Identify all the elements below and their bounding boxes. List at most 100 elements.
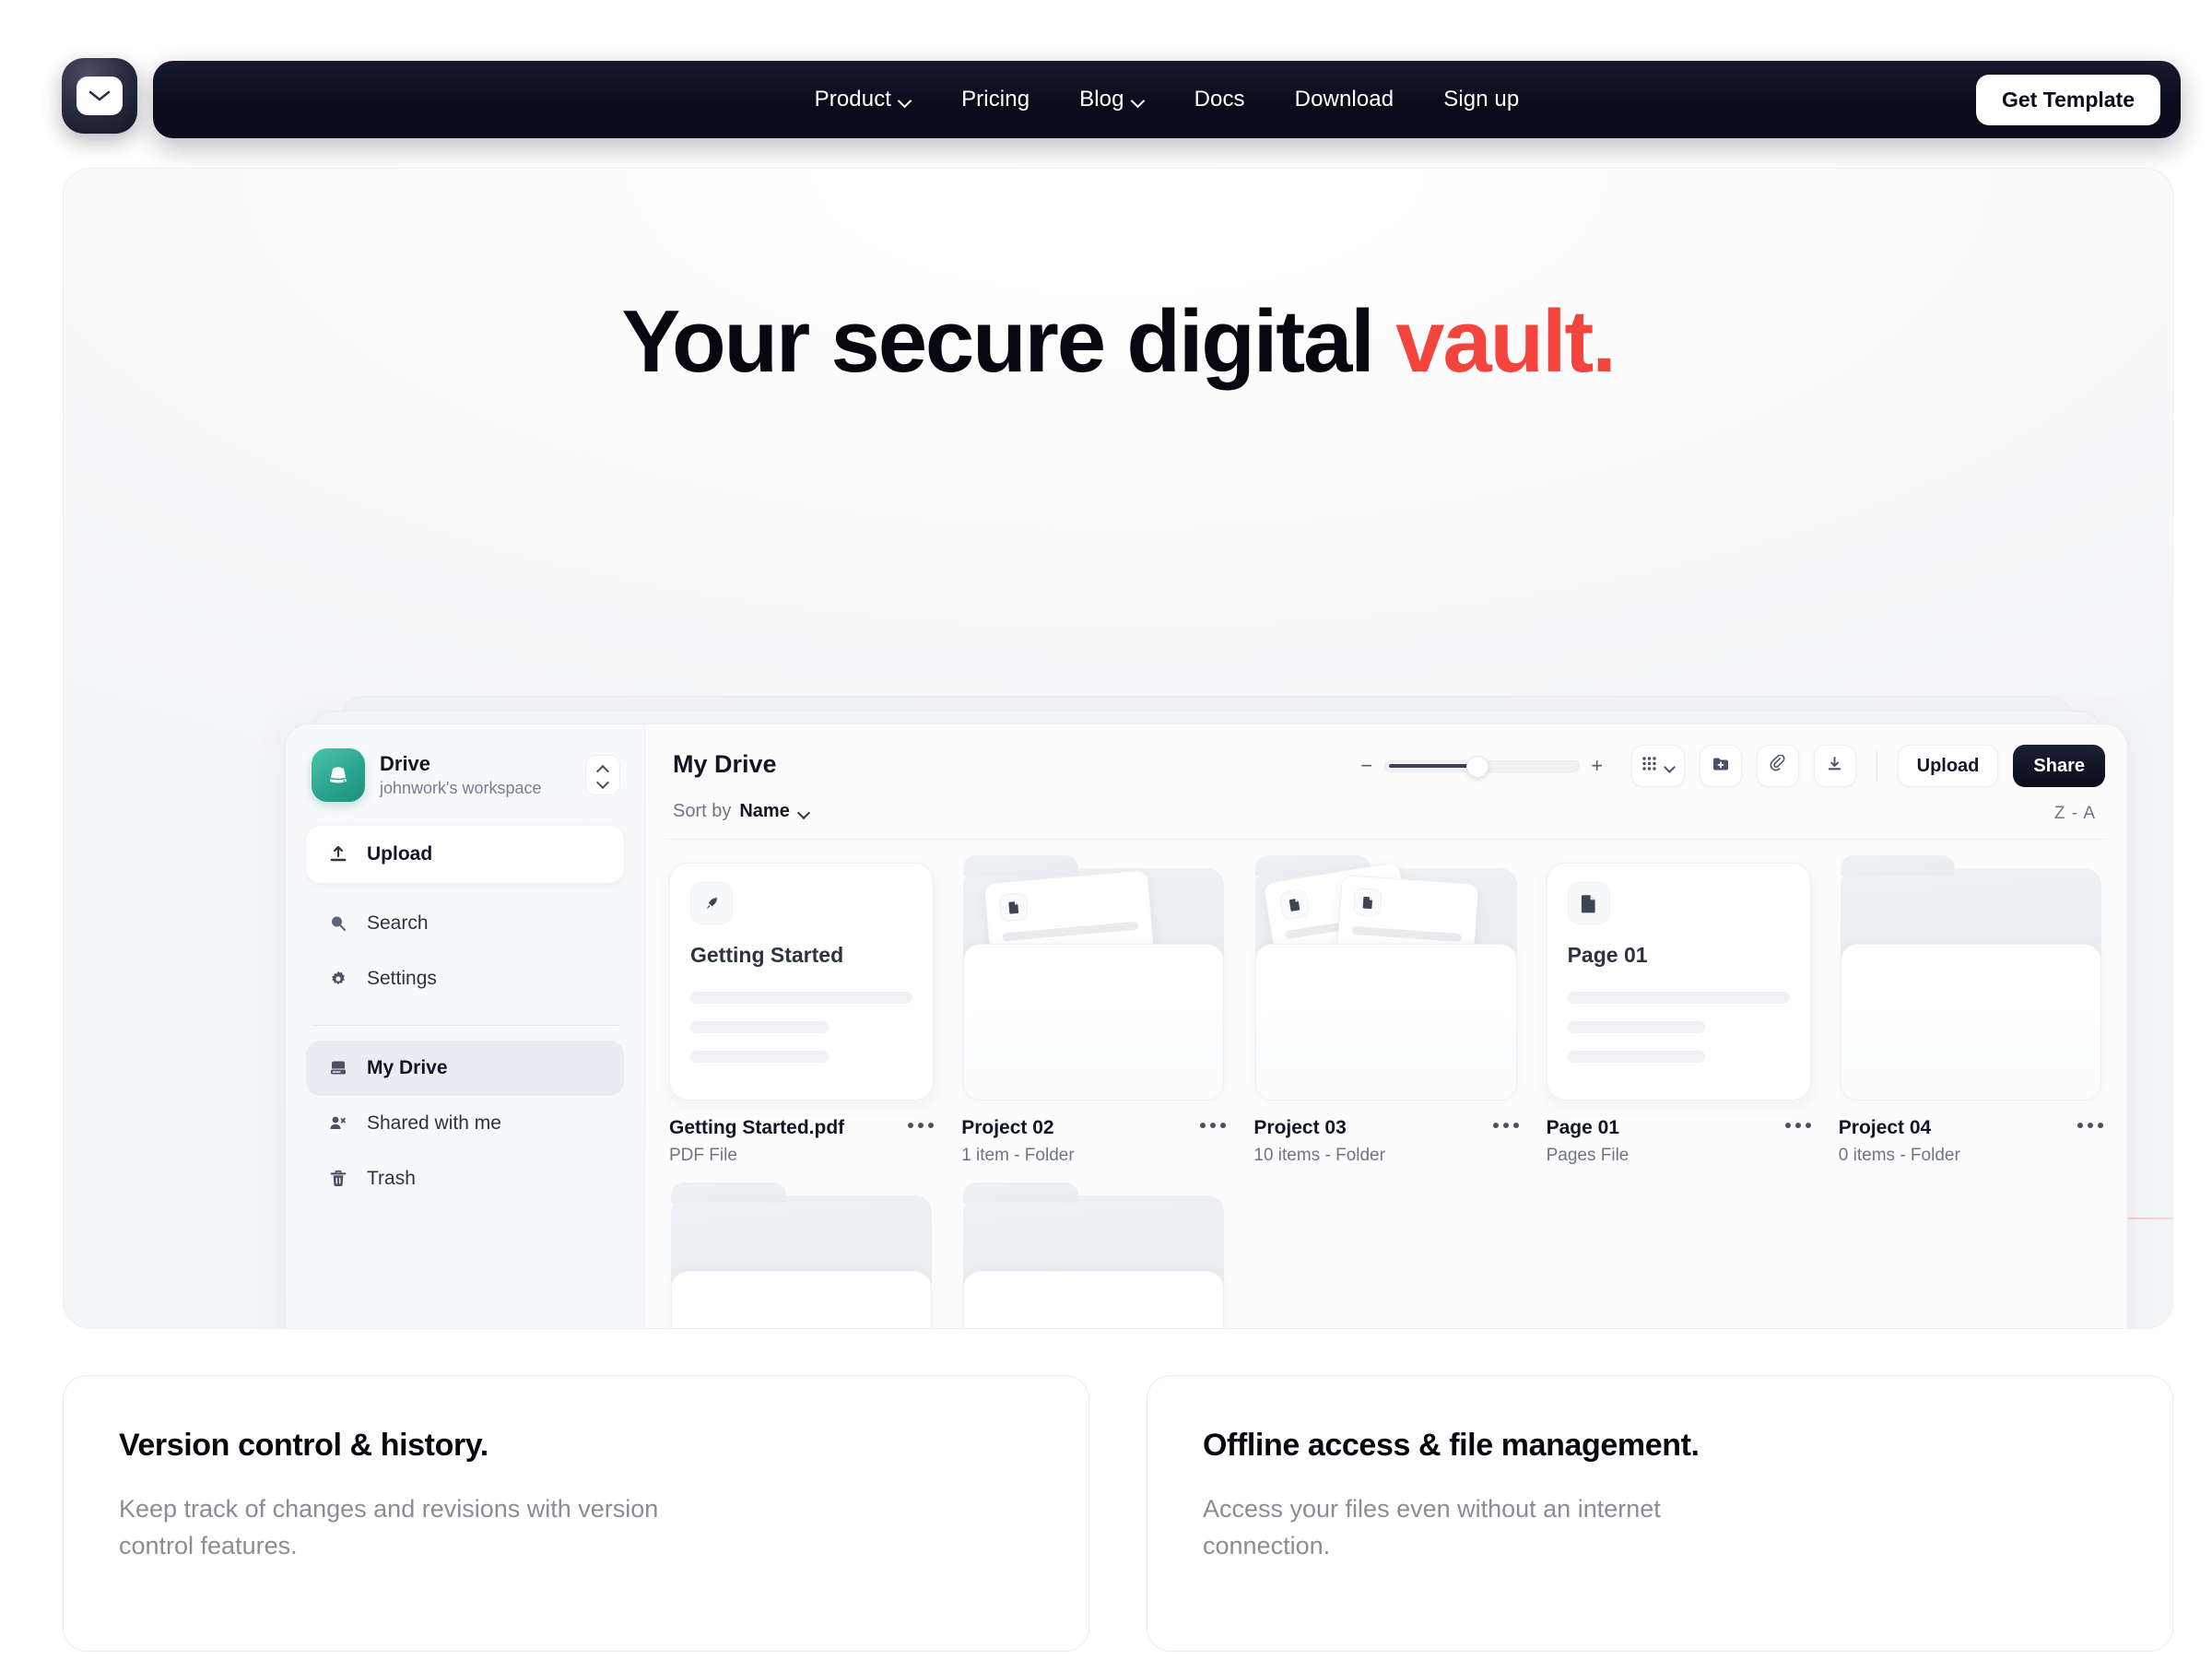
document-skeleton-lines	[1567, 992, 1790, 1063]
zoom-knob[interactable]	[1465, 755, 1488, 778]
file-cell[interactable]	[961, 1182, 1226, 1328]
file-cell[interactable]: Getting Started Getting Started.pdf PDF Fi…	[669, 863, 935, 1166]
feature-body: Keep track of changes and revisions with…	[119, 1495, 659, 1559]
nav-link-pricing[interactable]: Pricing	[936, 87, 1054, 112]
zoom-out-button[interactable]: −	[1360, 756, 1373, 776]
file-cell[interactable]: Project 04 0 items - Folder	[1839, 855, 2103, 1166]
sidebar-item-label: My Drive	[367, 1057, 448, 1078]
upload-icon	[326, 844, 350, 865]
people-icon	[326, 1113, 350, 1134]
sort-by-control[interactable]: Sort by Name	[673, 801, 809, 822]
folder-front	[1255, 943, 1517, 1100]
chevron-down-icon	[900, 96, 912, 103]
folder-shape	[669, 1182, 934, 1328]
file-subtitle: 0 items - Folder	[1838, 1146, 1960, 1165]
content-toolbar: − + Upload Share	[1360, 745, 2105, 787]
document-thumbnail[interactable]: Page 01	[1546, 863, 1811, 1100]
nav-link-label: Product	[814, 87, 892, 112]
paperclip-icon	[1769, 754, 1786, 777]
sidebar-item-trash[interactable]: Trash	[306, 1151, 624, 1206]
share-button[interactable]: Share	[2013, 745, 2105, 787]
folder-thumbnail[interactable]	[1253, 855, 1518, 1100]
folder-front	[963, 1270, 1225, 1328]
workspace-subtitle: johnwork's workspace	[380, 778, 542, 797]
nav-link-product[interactable]: Product	[790, 87, 936, 112]
download-button[interactable]	[1813, 745, 1856, 787]
file-menu-button[interactable]	[1492, 1123, 1519, 1128]
document-skeleton-lines	[690, 992, 913, 1063]
file-meta: Project 03 10 items - Folder	[1253, 1117, 1519, 1166]
page-icon	[1567, 882, 1610, 924]
folder-thumbnail[interactable]	[961, 855, 1226, 1100]
nav-links: Product Pricing Blog Docs Download Sign up	[153, 61, 2181, 138]
document-preview-title: Page 01	[1567, 943, 1648, 967]
get-template-button[interactable]: Get Template	[1976, 75, 2160, 125]
workspace-header[interactable]: Drive johnwork's workspace	[306, 745, 624, 802]
folder-plus-icon	[1712, 755, 1730, 777]
logo[interactable]	[62, 58, 137, 134]
file-meta: Page 01 Pages File	[1547, 1117, 1811, 1166]
nav-link-sign-up[interactable]: Sign up	[1418, 87, 1544, 112]
drive-icon	[326, 1059, 350, 1077]
drive-icon	[312, 748, 365, 802]
nav-bar: Product Pricing Blog Docs Download Sign up Ge…	[153, 61, 2181, 138]
chevron-down-icon	[1133, 96, 1145, 103]
folder-thumbnail[interactable]	[961, 1182, 1226, 1328]
zoom-in-button[interactable]: +	[1591, 756, 1604, 776]
file-meta: Getting Started.pdf PDF File	[669, 1117, 935, 1166]
sidebar-item-my-drive[interactable]: My Drive	[306, 1041, 624, 1096]
folder-shape	[961, 855, 1226, 1100]
file-name: Page 01	[1546, 1117, 1619, 1138]
sort-direction-label: Z - A	[2053, 804, 2096, 823]
chevron-up-down-icon[interactable]	[585, 755, 620, 795]
new-folder-button[interactable]	[1699, 745, 1742, 787]
file-meta: Project 04 0 items - Folder	[1839, 1117, 2103, 1166]
page-icon	[1353, 887, 1383, 918]
page-title: Your secure digital vault.	[64, 298, 2172, 386]
file-grid: Getting Started Getting Started.pdf PDF Fi…	[669, 855, 2103, 1328]
sidebar-item-shared-with-me[interactable]: Shared with me	[306, 1096, 624, 1151]
feature-card: Version control & history. Keep track of …	[63, 1375, 1089, 1652]
sort-by-value: Name	[739, 801, 790, 821]
nav-link-blog[interactable]: Blog	[1054, 87, 1169, 112]
sidebar-upload-label: Upload	[367, 843, 433, 865]
document-thumbnail[interactable]: Getting Started	[669, 863, 935, 1100]
file-subtitle: 1 item - Folder	[961, 1146, 1075, 1165]
folder-thumbnail[interactable]	[1839, 855, 2103, 1100]
sidebar-item-search[interactable]: Search	[306, 896, 624, 951]
gear-icon	[326, 969, 350, 989]
zoom-track[interactable]	[1383, 755, 1580, 778]
file-menu-button[interactable]	[1784, 1123, 1811, 1128]
zoom-slider[interactable]: − +	[1360, 755, 1604, 778]
file-menu-button[interactable]	[2077, 1123, 2103, 1128]
sidebar-item-settings[interactable]: Settings	[306, 951, 624, 1006]
sidebar-upload-button[interactable]: Upload	[306, 826, 624, 883]
chevron-down-icon	[1665, 763, 1675, 770]
grid-view-button[interactable]	[1630, 745, 1685, 787]
folder-thumbnail[interactable]	[669, 1182, 934, 1328]
upload-button[interactable]: Upload	[1897, 745, 1999, 787]
file-cell[interactable]	[669, 1182, 934, 1328]
folder-shape	[1253, 855, 1518, 1100]
file-subtitle: Pages File	[1546, 1146, 1630, 1165]
file-menu-button[interactable]	[908, 1123, 935, 1128]
hero-title-lead: Your secure digital	[621, 292, 1396, 391]
file-menu-button[interactable]	[1200, 1123, 1227, 1128]
grid-icon	[1641, 756, 1657, 776]
file-cell[interactable]: Page 01 Page 01 Pages File	[1546, 863, 1811, 1166]
file-meta: Project 02 1 item - Folder	[961, 1117, 1227, 1166]
file-cell[interactable]: Project 02 1 item - Folder	[961, 855, 1227, 1166]
file-subtitle: PDF File	[669, 1146, 737, 1165]
rocket-icon	[690, 882, 733, 924]
nav-link-docs[interactable]: Docs	[1170, 87, 1270, 112]
workspace-title: Drive	[380, 752, 431, 776]
attach-button[interactable]	[1756, 745, 1799, 787]
file-name: Getting Started.pdf	[669, 1117, 845, 1138]
file-subtitle: 10 items - Folder	[1253, 1146, 1385, 1165]
nav-link-download[interactable]: Download	[1270, 87, 1419, 112]
content-divider	[665, 839, 2107, 840]
file-cell[interactable]: Project 03 10 items - Folder	[1253, 855, 1519, 1166]
nav-link-label: Blog	[1079, 87, 1124, 112]
chevron-down-icon	[798, 808, 809, 816]
trash-icon	[326, 1169, 350, 1189]
